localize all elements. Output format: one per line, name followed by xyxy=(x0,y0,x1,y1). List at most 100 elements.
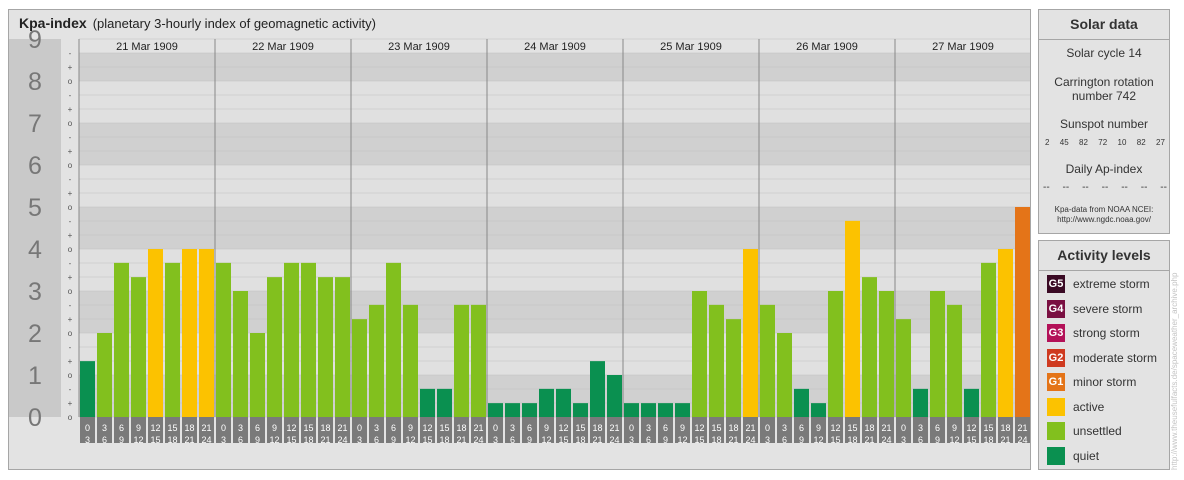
legend-label: strong storm xyxy=(1073,326,1140,340)
divider xyxy=(1039,39,1169,40)
legend-swatch xyxy=(1047,397,1065,416)
time-start-label: 9 xyxy=(816,423,821,433)
kp-bar xyxy=(658,403,673,417)
minor-tick-label: o xyxy=(68,413,73,422)
time-end-label: 15 xyxy=(558,435,568,445)
legend-swatch: G2 xyxy=(1047,348,1065,367)
kp-bar xyxy=(556,388,571,417)
time-start-label: 0 xyxy=(629,423,634,433)
legend-swatch: G5 xyxy=(1047,275,1065,293)
solar-data-panel: Solar data Solar cycle 14 Carrington rot… xyxy=(1038,9,1170,234)
day-label: 23 Mar 1909 xyxy=(388,41,450,53)
time-end-label: 9 xyxy=(799,435,804,445)
kp-bar xyxy=(97,333,112,417)
kp-bar xyxy=(896,319,911,417)
time-start-label: 18 xyxy=(456,423,466,433)
time-start-label: 0 xyxy=(901,423,906,433)
time-start-label: 6 xyxy=(799,423,804,433)
time-end-label: 18 xyxy=(575,435,585,445)
minor-tick-label: - xyxy=(69,217,72,226)
time-end-label: 24 xyxy=(201,435,211,445)
day-label: 25 Mar 1909 xyxy=(660,41,722,53)
kp-bar xyxy=(947,304,962,417)
kp-band xyxy=(79,123,1030,165)
legend-item-moderate-storm: G2 moderate storm xyxy=(1047,348,1157,368)
kp-bar xyxy=(403,304,418,417)
time-start-label: 18 xyxy=(184,423,194,433)
time-start-label: 21 xyxy=(1017,423,1027,433)
kp-bar xyxy=(250,333,265,417)
kp-bar xyxy=(471,304,486,417)
time-end-label: 6 xyxy=(102,435,107,445)
time-end-label: 6 xyxy=(374,435,379,445)
kp-bar xyxy=(352,319,367,417)
minor-tick-label: - xyxy=(69,49,72,58)
time-start-label: 3 xyxy=(510,423,515,433)
time-end-label: 18 xyxy=(439,435,449,445)
time-start-label: 6 xyxy=(255,423,260,433)
legend-swatch: G3 xyxy=(1047,324,1065,342)
minor-tick-label: - xyxy=(69,91,72,100)
kp-bar xyxy=(692,291,707,417)
kp-bar xyxy=(743,249,758,417)
chart-subtitle: (planetary 3-hourly index of geomagnetic… xyxy=(92,16,376,31)
legend-item-strong-storm: G3 strong storm xyxy=(1047,323,1140,343)
legend-item-quiet: quiet xyxy=(1047,446,1099,466)
kp-band xyxy=(79,207,1030,249)
y-tick-label: 6 xyxy=(28,152,42,180)
kp-bar xyxy=(335,277,350,417)
kp-bar xyxy=(879,291,894,417)
kp-bar xyxy=(930,291,945,417)
sunspot-value: 27 xyxy=(1156,138,1165,147)
time-start-label: 6 xyxy=(391,423,396,433)
kp-bar xyxy=(284,262,299,417)
legend-label: severe storm xyxy=(1073,301,1143,316)
solar-cycle: Solar cycle 14 xyxy=(1066,46,1142,60)
legend-swatch: G1 xyxy=(1047,373,1065,391)
ap-index-title: Daily Ap-index xyxy=(1065,162,1143,176)
time-end-label: 15 xyxy=(286,435,296,445)
minor-tick-label: o xyxy=(68,203,73,212)
legend-label: minor storm xyxy=(1073,375,1137,389)
kp-bar xyxy=(726,319,741,417)
data-credit-line-1: Kpa-data from NOAA NCEI: xyxy=(1054,205,1154,214)
time-end-label: 9 xyxy=(391,435,396,445)
kp-bar xyxy=(488,403,503,417)
ap-index-values: -- -- -- -- -- -- -- xyxy=(1043,182,1167,193)
kp-bar xyxy=(318,277,333,417)
time-end-label: 12 xyxy=(949,435,959,445)
time-start-label: 12 xyxy=(966,423,976,433)
kp-bar xyxy=(114,262,129,417)
time-start-label: 12 xyxy=(150,423,160,433)
minor-tick-label: + xyxy=(68,315,73,324)
minor-tick-label: o xyxy=(68,371,73,380)
minor-tick-label: - xyxy=(69,385,72,394)
legend-swatch: G4 xyxy=(1047,299,1065,318)
kp-bar xyxy=(437,388,452,417)
kpa-chart: 0123456789o+-o+-o+-o+-o+-o+-o+-o+-o+-21 … xyxy=(9,26,1030,445)
time-start-label: 15 xyxy=(711,423,721,433)
data-credit-link[interactable]: http://www.ngdc.noaa.gov/ xyxy=(1039,215,1169,225)
ap-value: -- xyxy=(1121,182,1128,193)
y-tick-label: 8 xyxy=(28,68,42,96)
sunspot-value: 45 xyxy=(1059,138,1069,147)
legend-item-active: active xyxy=(1047,397,1104,417)
time-end-label: 21 xyxy=(320,435,330,445)
kp-bar xyxy=(828,291,843,417)
sunspot-values: 2 45 82 72 10 82 27 xyxy=(1045,138,1165,147)
kp-bar xyxy=(165,262,180,417)
legend-label: moderate storm xyxy=(1073,350,1158,365)
sunspot-value: 82 xyxy=(1079,138,1088,147)
ap-value: -- xyxy=(1082,182,1089,193)
time-end-label: 24 xyxy=(609,435,619,445)
divider xyxy=(1039,270,1169,271)
time-end-label: 9 xyxy=(527,435,532,445)
time-end-label: 21 xyxy=(592,435,602,445)
kp-bar xyxy=(794,388,809,417)
kp-band xyxy=(79,81,1030,123)
time-end-label: 15 xyxy=(694,435,704,445)
time-start-label: 0 xyxy=(765,423,770,433)
time-start-label: 0 xyxy=(221,423,226,433)
day-label: 27 Mar 1909 xyxy=(932,41,994,53)
time-end-label: 12 xyxy=(269,435,279,445)
